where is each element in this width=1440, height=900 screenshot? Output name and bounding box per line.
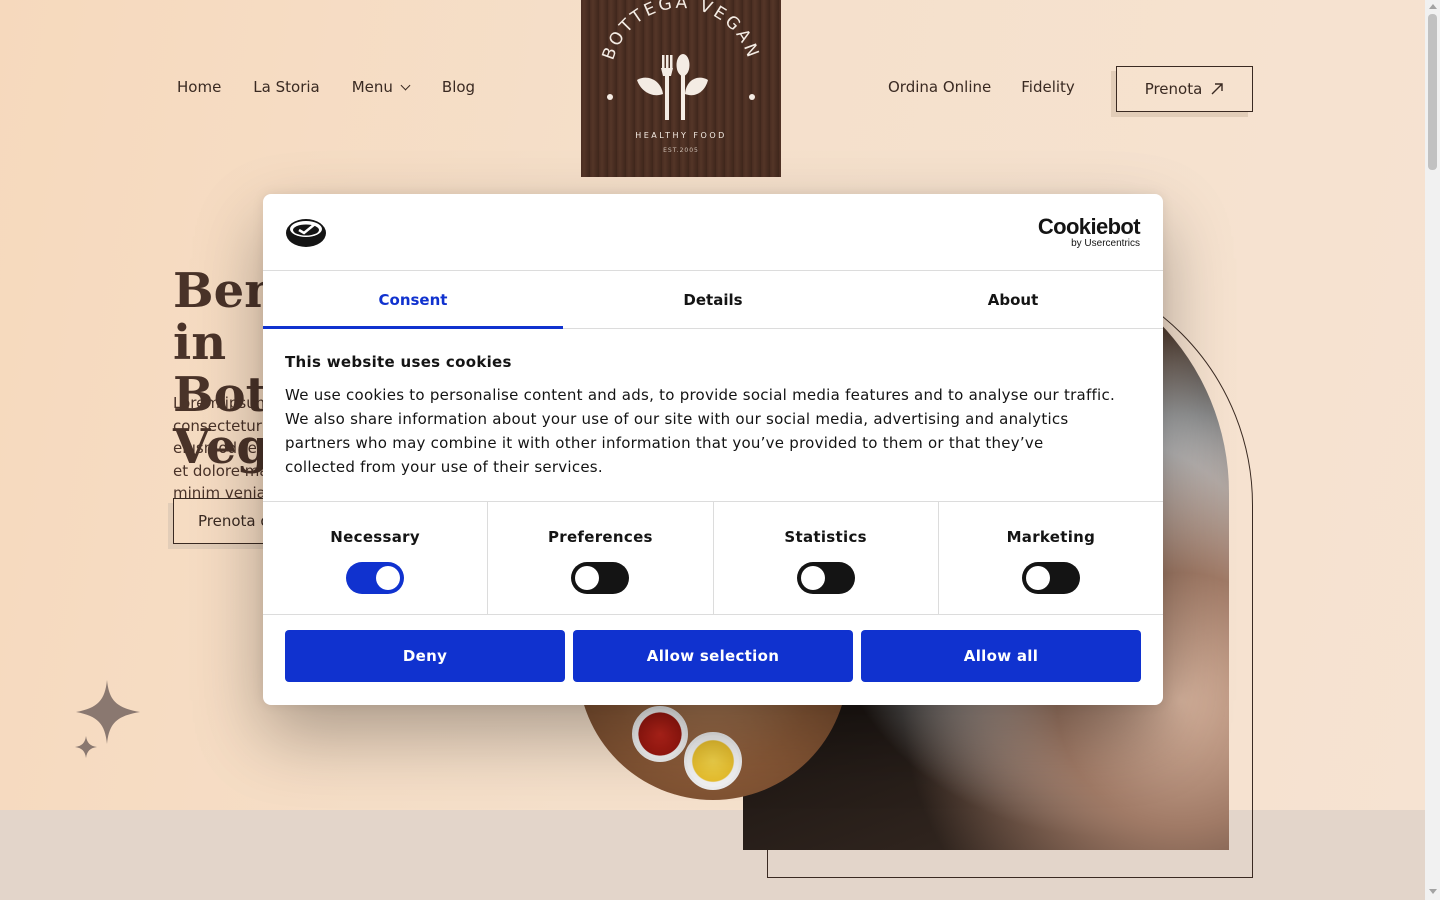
prenota-header-label: Prenota xyxy=(1144,80,1203,98)
toggle-group-statistics: Statistics xyxy=(714,502,939,614)
main-nav-left: Home La Storia Menu Blog xyxy=(177,78,507,96)
toggle-knob xyxy=(575,566,600,590)
cookie-dialog-body: This website uses cookies We use cookies… xyxy=(263,329,1163,502)
nav-blog-link[interactable]: Blog xyxy=(442,78,475,96)
cookiebot-wordmark: Cookiebot xyxy=(1037,214,1141,239)
allow-selection-button[interactable]: Allow selection xyxy=(573,630,853,682)
deny-button[interactable]: Deny xyxy=(285,630,565,682)
leaf-left-icon xyxy=(637,77,663,96)
arrow-up-right-icon xyxy=(1211,83,1223,95)
leaf-right-icon xyxy=(685,77,708,96)
logo-arc-text: BOTTEGA VEGAN xyxy=(599,0,761,63)
nav-home-link[interactable]: Home xyxy=(177,78,221,96)
toggle-label-necessary: Necessary xyxy=(330,528,420,546)
prenota-header-button[interactable]: Prenota xyxy=(1116,66,1253,112)
toggle-knob xyxy=(1025,566,1050,590)
sparkle-icon xyxy=(75,680,140,758)
nav-menu-label: Menu xyxy=(351,78,393,96)
fork-icon xyxy=(661,55,673,120)
cookiebot-logo-icon xyxy=(286,219,326,247)
toggle-group-preferences: Preferences xyxy=(488,502,714,614)
nav-fidelity-link[interactable]: Fidelity xyxy=(1021,78,1075,96)
bottega-vegan-logo[interactable]: BOTTEGA VEGAN HEALTHY FOOD EST.2005 xyxy=(581,0,781,177)
logo-tagline: HEALTHY FOOD xyxy=(635,131,727,140)
toggle-label-marketing: Marketing xyxy=(1006,528,1096,546)
tab-details[interactable]: Details xyxy=(563,271,863,328)
nav-ordina-online-link[interactable]: Ordina Online xyxy=(888,78,991,96)
toggle-knob xyxy=(376,566,401,590)
cookie-dialog-header: Cookiebot by Usercentrics xyxy=(263,194,1163,271)
butter-bowl-image xyxy=(684,732,742,790)
preferences-toggle[interactable] xyxy=(571,562,630,594)
cookiebot-sub: by Usercentrics xyxy=(1071,238,1140,249)
sauce-bowl-image xyxy=(632,706,688,762)
scroll-down-arrow-icon[interactable] xyxy=(1429,889,1437,894)
main-nav-right: Ordina Online Fidelity xyxy=(888,78,1105,96)
cookie-consent-dialog: Cookiebot by Usercentrics Consent Detail… xyxy=(263,194,1163,705)
tab-consent[interactable]: Consent xyxy=(263,271,563,329)
toggle-group-marketing: Marketing xyxy=(939,502,1163,614)
marketing-toggle[interactable] xyxy=(1021,562,1080,594)
cookie-tabs: Consent Details About xyxy=(263,271,1163,329)
logo-est: EST.2005 xyxy=(663,147,699,154)
allow-all-button[interactable]: Allow all xyxy=(861,630,1141,682)
toggle-group-necessary: Necessary xyxy=(263,502,489,614)
nav-menu-link[interactable]: Menu xyxy=(351,78,411,96)
scrollbar-thumb[interactable] xyxy=(1428,14,1437,170)
cookie-actions: Deny Allow selection Allow all xyxy=(263,615,1163,682)
toggle-label-statistics: Statistics xyxy=(784,528,867,546)
chevron-down-icon xyxy=(400,80,411,90)
nav-la-storia-link[interactable]: La Storia xyxy=(253,78,319,96)
toggle-label-preferences: Preferences xyxy=(547,528,653,546)
scroll-up-arrow-icon[interactable] xyxy=(1429,4,1437,9)
cookie-category-toggles: Necessary Preferences Statistics Marketi… xyxy=(263,502,1163,615)
toggle-knob xyxy=(800,566,825,590)
necessary-toggle[interactable] xyxy=(346,562,405,594)
statistics-toggle[interactable] xyxy=(796,562,855,594)
tab-about[interactable]: About xyxy=(863,271,1163,328)
cookiebot-brand[interactable]: Cookiebot by Usercentrics xyxy=(1037,214,1141,249)
cookie-description: We use cookies to personalise content an… xyxy=(285,386,1115,476)
svg-text:BOTTEGA VEGAN: BOTTEGA VEGAN xyxy=(599,0,764,63)
cookie-heading: This website uses cookies xyxy=(285,353,512,371)
